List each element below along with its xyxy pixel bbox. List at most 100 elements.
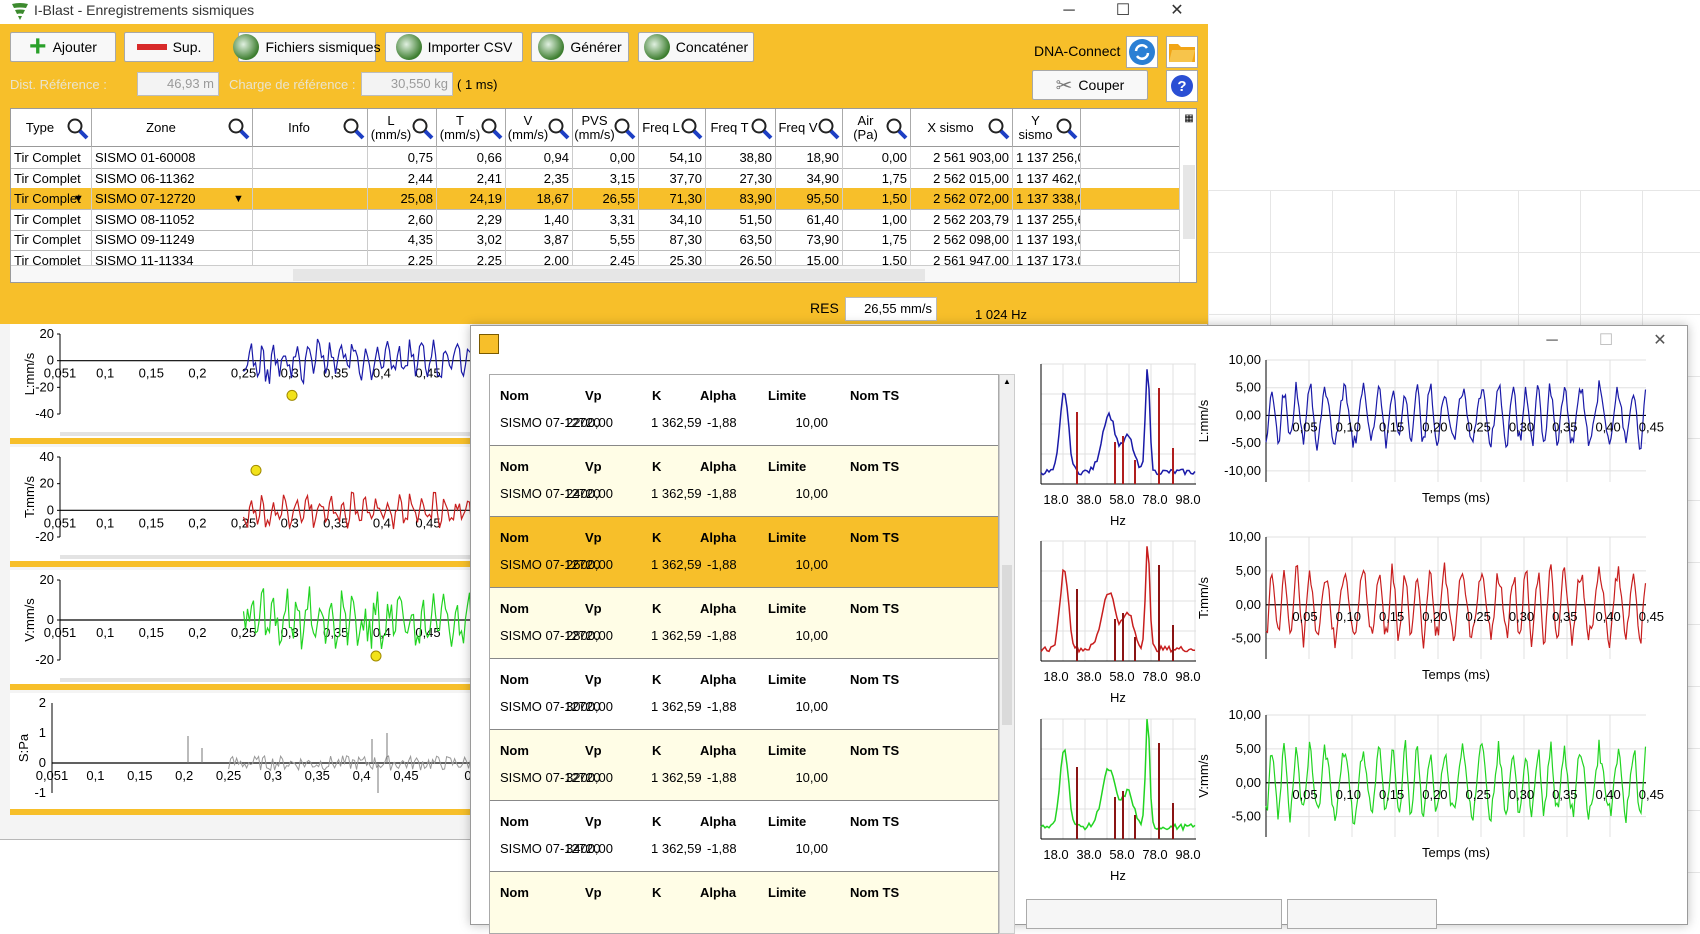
table-cell: 1,75 xyxy=(843,229,911,251)
scroll-up-icon[interactable]: ▲ xyxy=(1003,377,1011,386)
field-label-alpha: Alpha xyxy=(700,814,737,829)
analysis-window: ─ ☐ ✕ Nom Vp K Alpha Limite Nom TS SISMO 07-12… xyxy=(470,325,1688,934)
list-item[interactable]: Nom Vp K Alpha Limite Nom TS xyxy=(490,872,998,933)
column-header[interactable]: Air (Pa) xyxy=(843,109,911,147)
columns-icon[interactable]: ▦ xyxy=(1182,113,1196,127)
x-tick-label: 0,2 xyxy=(188,625,206,640)
maximize-button[interactable]: ☐ xyxy=(1100,0,1146,24)
recordings-table: Type Zone Info L (mm/s) T (mm/s) V (mm/s) PVS (mm/… xyxy=(10,108,1197,283)
x-tick-label: 38.0 xyxy=(1076,492,1101,507)
y-tick-label: -5,00 xyxy=(1231,809,1261,824)
bottom-tab-2[interactable] xyxy=(1287,899,1437,929)
column-header[interactable]: Freq V xyxy=(776,109,843,147)
zone-dropdown-icon[interactable]: ▼ xyxy=(233,188,244,210)
minimize-button[interactable]: ─ xyxy=(1046,0,1092,24)
generate-button[interactable]: Générer xyxy=(531,32,629,62)
search-icon[interactable] xyxy=(410,116,434,140)
table-cell: 3,02 xyxy=(437,229,506,251)
peak-marker xyxy=(370,650,382,662)
refresh-circle-icon xyxy=(395,34,422,60)
table-row[interactable]: Tir Complet SISMO 08-11052 2,60 2,29 1,40 3,3… xyxy=(11,208,1179,231)
x-tick-label: 0,2 xyxy=(175,768,193,783)
close-button[interactable]: ✕ xyxy=(1154,0,1200,24)
column-header[interactable]: Zone xyxy=(92,109,253,147)
search-icon[interactable] xyxy=(749,116,773,140)
column-header[interactable]: T (mm/s) xyxy=(437,109,506,147)
y-tick-label: 20 xyxy=(40,476,54,491)
delete-label: Sup. xyxy=(172,39,202,55)
field-label-nomts: Nom TS xyxy=(850,388,900,403)
column-header[interactable]: Info xyxy=(253,109,368,147)
open-folder-button[interactable] xyxy=(1166,36,1198,68)
column-header[interactable]: Ysismo xyxy=(1013,109,1081,147)
table-cell: Tir Complet xyxy=(11,147,92,169)
list-item[interactable]: Nom Vp K Alpha Limite Nom TS SISMO 07-12720 280… xyxy=(490,588,998,659)
list-item[interactable]: Nom Vp K Alpha Limite Nom TS SISMO 07-12720 260… xyxy=(490,517,998,588)
search-icon[interactable] xyxy=(226,116,250,140)
search-icon[interactable] xyxy=(341,116,365,140)
column-header[interactable]: V (mm/s) xyxy=(506,109,573,147)
table-cell xyxy=(253,167,368,190)
hscroll-thumb[interactable] xyxy=(293,269,925,281)
import-csv-button[interactable]: Importer CSV xyxy=(385,32,523,62)
seismic-files-button[interactable]: Fichiers sismiques xyxy=(233,32,381,62)
search-icon[interactable] xyxy=(612,116,636,140)
field-value-limite: 10,00 xyxy=(795,557,828,572)
table-cell xyxy=(253,229,368,251)
x-tick-label: 0,2 xyxy=(188,515,206,530)
list-item[interactable]: Nom Vp K Alpha Limite Nom TS SISMO 07-12720 340… xyxy=(490,801,998,872)
field-value-limite: 10,00 xyxy=(795,415,828,430)
list-item[interactable]: Nom Vp K Alpha Limite Nom TS SISMO 07-12720 220… xyxy=(490,375,998,446)
search-icon[interactable] xyxy=(816,116,840,140)
field-value-limite: 10,00 xyxy=(795,841,828,856)
column-header[interactable]: PVS (mm/s) xyxy=(573,109,639,147)
search-icon[interactable] xyxy=(986,116,1010,140)
scroll-thumb[interactable] xyxy=(1183,165,1195,239)
search-icon[interactable] xyxy=(546,116,570,140)
x-tick-label: 0,10 xyxy=(1336,419,1361,434)
table-row[interactable]: Tir Complet SISMO 09-11249 4,35 3,02 3,87 5,5… xyxy=(11,229,1179,251)
column-header-label: Ysismo xyxy=(1018,113,1053,142)
list-item[interactable]: Nom Vp K Alpha Limite Nom TS SISMO 07-12720 240… xyxy=(490,446,998,517)
sync-button[interactable] xyxy=(1126,36,1158,68)
type-dropdown-icon[interactable]: ▼ xyxy=(73,188,84,210)
column-header[interactable]: Type xyxy=(11,109,92,147)
y-tick-label: 5,00 xyxy=(1236,563,1261,578)
table-row[interactable]: Tir Complet SISMO 01-60008 0,75 0,66 0,94 0,0… xyxy=(11,147,1179,169)
cut-button[interactable]: ✂ Couper xyxy=(1032,70,1148,100)
column-header[interactable]: X sismo xyxy=(911,109,1013,147)
search-icon[interactable] xyxy=(884,116,908,140)
add-button[interactable]: + Ajouter xyxy=(10,32,116,62)
column-header[interactable]: Freq L xyxy=(639,109,706,147)
column-header[interactable]: Freq T xyxy=(706,109,776,147)
x-tick-label: 0,45 xyxy=(393,768,418,783)
table-cell: 61,40 xyxy=(776,208,843,231)
x-tick-label: 78.0 xyxy=(1142,669,1167,684)
help-button[interactable]: ? xyxy=(1166,70,1198,102)
delete-button[interactable]: Sup. xyxy=(124,32,214,62)
dist-reference-field[interactable]: 46,93 m xyxy=(137,72,219,96)
x-tick-label: 0,15 xyxy=(1379,609,1404,624)
search-icon[interactable] xyxy=(1054,116,1078,140)
table-row[interactable]: Tir Complet SISMO 06-11362 2,44 2,41 2,35 3,1… xyxy=(11,167,1179,190)
table-hscrollbar[interactable] xyxy=(11,265,1179,282)
dist-reference-label: Dist. Référence : xyxy=(10,77,107,92)
field-value-k: 1 362,59 xyxy=(651,628,702,643)
list-scroll-thumb[interactable] xyxy=(1002,565,1012,725)
list-scrollbar[interactable]: ▲ xyxy=(999,374,1015,934)
search-icon[interactable] xyxy=(679,116,703,140)
charge-reference-field[interactable]: 30,550 kg xyxy=(361,72,453,96)
column-header[interactable]: L (mm/s) xyxy=(368,109,437,147)
search-icon[interactable] xyxy=(479,116,503,140)
list-item[interactable]: Nom Vp K Alpha Limite Nom TS SISMO 07-12720 320… xyxy=(490,730,998,801)
res-label: RES xyxy=(810,300,839,316)
table-cell: 26,55 xyxy=(573,188,639,210)
bottom-tab-1[interactable] xyxy=(1026,899,1282,929)
table-row[interactable]: Tir Complet SISMO 07-12720 25,08 24,19 18,67… xyxy=(11,188,1179,210)
concatenate-button[interactable]: Concaténer xyxy=(638,32,754,62)
list-item[interactable]: Nom Vp K Alpha Limite Nom TS SISMO 07-12720 300… xyxy=(490,659,998,730)
x-tick-label: 0,10 xyxy=(1336,609,1361,624)
table-vscrollbar[interactable]: ▦ xyxy=(1179,109,1196,282)
field-value-limite: 10,00 xyxy=(795,770,828,785)
search-icon[interactable] xyxy=(65,116,89,140)
